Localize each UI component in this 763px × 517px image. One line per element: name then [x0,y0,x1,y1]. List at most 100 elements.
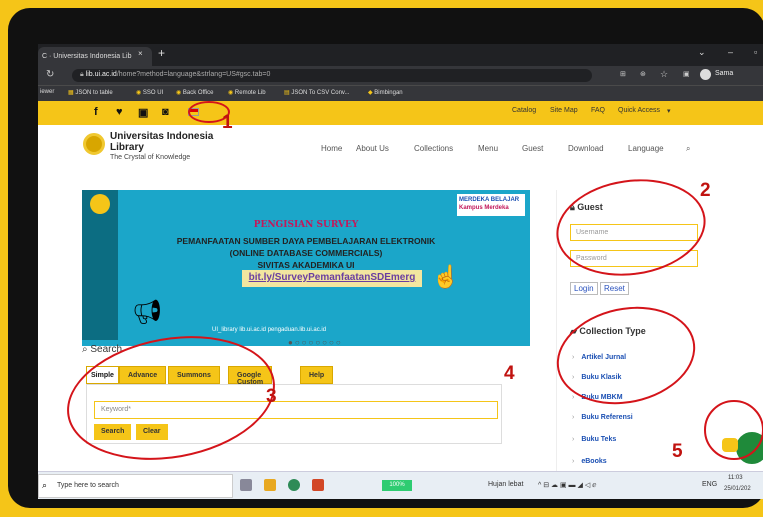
bookmark-item[interactable]: ▦ JSON to table [68,89,113,96]
menu-home[interactable]: Home [321,144,342,153]
new-tab-icon[interactable]: + [158,46,165,60]
powerpoint-icon[interactable] [312,479,324,491]
banner-handles: UI_library lib.ui.ac.id pengaduan.lib.ui… [212,327,327,333]
tab-close-icon[interactable]: × [138,49,143,58]
extension-icon[interactable]: ⊛ [640,70,646,78]
bookmark-item[interactable]: ◉ Back Office [176,89,213,96]
site-subtitle: The Crystal of Knowledge [110,154,191,161]
translate-icon[interactable]: ⊞ [620,70,626,78]
bookmarks-bar: iewer ▦ JSON to table ◉ SSO UI ◉ Back Of… [38,85,763,101]
sidebar-icon[interactable]: ▣ [683,70,690,78]
megaphone-icon: 📢︎ [132,299,163,326]
windows-taskbar: Type here to search ⌕ 100% Hujan lebat ^… [38,471,763,499]
browser-tab[interactable]: C · Universitas Indonesia Lib [38,47,152,66]
bookmark-item[interactable]: iewer [40,89,54,95]
address-bar-row: ↻ 🔒︎ lib.ui.ac.id/home?method=language&s… [38,66,763,85]
search-icon: ⌕ [42,480,48,490]
language-indicator[interactable]: ENG [702,481,717,488]
survey-link[interactable]: bit.ly/SurveyPemanfaatanSDEmerg [242,270,422,287]
bookmark-label: Back Office [182,90,214,96]
reload-icon[interactable]: ↻ [46,69,54,80]
collection-item[interactable]: › Buku Referensi [572,414,633,421]
bookmark-icon: ◉ [136,90,143,96]
chevron-right-icon: › [572,414,575,421]
annotation-number-2: 2 [700,180,711,201]
search-icon[interactable]: ⌕ [686,144,690,154]
taskbar-search-field[interactable]: Type here to search [38,474,233,498]
chevron-right-icon: › [572,436,575,443]
bookmark-label: JSON to table [75,90,113,96]
nav-site-map[interactable]: Site Map [550,107,578,114]
site-top-bar: f ♥ ▣ ◙ Catalog Site Map FAQ Quick Acces… [38,101,763,125]
menu-language[interactable]: Language [628,144,664,153]
carousel-dots[interactable]: ●○○○○○○○ [288,338,343,347]
chevron-down-icon: ▾ [667,108,671,115]
menu-guest[interactable]: Guest [522,144,543,153]
bookmark-item[interactable]: ◉ SSO UI [136,89,163,96]
banner-line-1: PEMANFAATAN SUMBER DAYA PEMBELAJARAN ELE… [176,236,436,246]
title-line-2: Library [110,142,144,153]
ui-logo[interactable] [83,133,105,155]
menu-menu[interactable]: Menu [478,144,498,153]
clock-time[interactable]: 11:03 [728,475,743,481]
chrome-icon[interactable] [288,479,300,491]
tray-icons[interactable]: ^ ⊟ ☁ ▣ ▬ ◢ ◁ ⅇ [538,481,596,489]
menu-collections[interactable]: Collections [414,144,453,153]
menu-download[interactable]: Download [568,144,604,153]
task-view-icon[interactable] [240,479,252,491]
chevron-down-icon[interactable]: ⌄ [698,47,706,58]
bookmark-label: Bimbingan [374,90,403,96]
nav-catalog[interactable]: Catalog [512,107,536,114]
collection-item[interactable]: › Buku Teks [572,436,616,443]
nav-faq[interactable]: FAQ [591,107,605,114]
collection-item[interactable]: › eBooks [572,458,607,465]
browser-tab-bar: C · Universitas Indonesia Lib × + ⌄ – ▫ [38,44,763,66]
bookmark-label: Remote Lib [234,90,266,96]
bookmark-item[interactable]: ◆ Bimbingan [368,89,403,96]
window-icon[interactable]: ▫ [754,47,757,57]
clock-date: 25/01/202 [724,486,751,492]
pointer-hand-icon: ☝ [432,264,460,289]
survey-banner[interactable]: MERDEKA BELAJAR Kampus Merdeka PENGISIAN… [82,190,530,346]
avatar[interactable] [700,69,711,80]
file-explorer-icon[interactable] [264,479,276,491]
bookmark-icon: ◉ [228,90,235,96]
minimize-icon[interactable]: – [728,47,733,57]
banner-line-2: (ONLINE DATABASE COMMERCIALS) [229,248,383,258]
bookmark-item[interactable]: ▤ JSON To CSV Conv... [284,89,349,96]
annotation-number-1: 1 [222,112,233,133]
title-line-1: Universitas Indonesia [110,131,214,142]
url-domain: lib.ui.ac.id [85,71,117,78]
tab-help[interactable]: Help [300,366,334,384]
merdeka-logo: MERDEKA BELAJAR Kampus Merdeka [457,194,525,216]
banner-ui-logo [90,194,110,214]
instagram-icon[interactable]: ◙ [162,106,169,118]
annotation-ring-5 [704,400,763,460]
youtube-icon[interactable]: ▣ [138,106,148,119]
reset-button[interactable]: Reset [600,282,629,295]
bookmark-icon: ◉ [176,90,183,96]
site-title[interactable]: Universitas Indonesia Library [110,131,213,153]
banner-heading: PENGISIAN SURVEY [253,220,359,230]
site-header: Universitas Indonesia Library The Crystal… [38,125,763,173]
nav-quick-access[interactable]: Quick Access [618,107,660,114]
battery-badge[interactable]: 100% [382,480,412,491]
twitter-icon[interactable]: ♥ [116,106,123,118]
bookmark-item[interactable]: ◉ Remote Lib [228,89,266,96]
url-path: /home?method=language&strlang=US#gsc.tab… [116,71,271,78]
login-button[interactable]: Login [570,282,598,295]
collection-label: Buku Teks [581,436,617,443]
chevron-right-icon: › [572,394,575,401]
menu-about-us[interactable]: About Us [356,144,389,153]
collection-label: Buku Referensi [581,414,633,421]
profile-name: Sama [715,70,734,77]
url-field[interactable]: 🔒︎ lib.ui.ac.id/home?method=language&str… [72,69,592,82]
star-icon[interactable]: ☆ [660,69,668,80]
collection-label: eBooks [581,458,607,465]
facebook-icon[interactable]: f [94,106,98,118]
annotation-number-5: 5 [672,441,683,462]
annotation-number-3: 3 [266,386,277,407]
bookmark-label: SSO UI [142,90,164,96]
weather-label[interactable]: Hujan lebat [488,481,523,488]
taskbar-search-text: Type here to search [57,482,119,489]
